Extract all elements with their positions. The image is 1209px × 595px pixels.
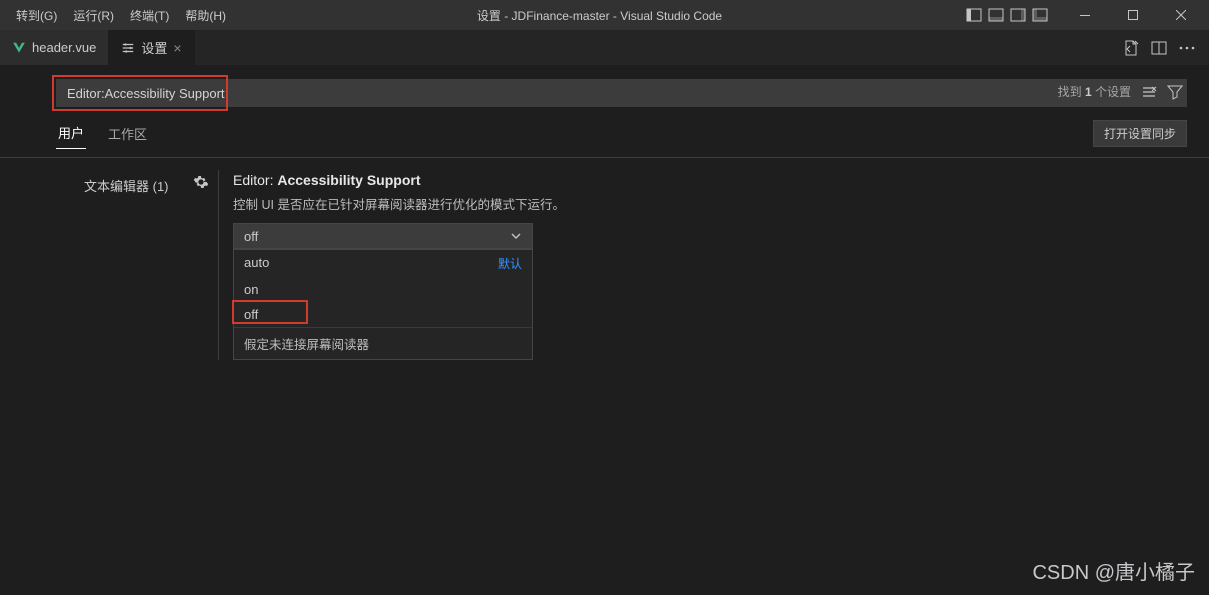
chevron-down-icon (510, 230, 522, 242)
search-meta: 找到 1 个设置 (1058, 83, 1183, 100)
menu-help[interactable]: 帮助(H) (177, 3, 234, 28)
editor-actions (1123, 30, 1209, 65)
scope-workspace[interactable]: 工作区 (106, 118, 149, 149)
settings-tab-icon (121, 41, 135, 55)
tab-label: header.vue (32, 40, 96, 55)
open-settings-sync-button[interactable]: 打开设置同步 (1093, 120, 1187, 147)
default-tag: 默认 (498, 255, 522, 272)
window-close[interactable] (1161, 0, 1201, 30)
layout-primary-icon[interactable] (965, 6, 983, 24)
tab-label: 设置 (141, 38, 167, 57)
window-minimize[interactable] (1065, 0, 1105, 30)
window-title: 设置 - JDFinance-master - Visual Studio Co… (234, 7, 965, 24)
settings-search-input[interactable]: Editor:Accessibility Support (56, 79, 1187, 107)
option-off[interactable]: off (234, 302, 532, 327)
option-description: 假定未连接屏幕阅读器 (234, 327, 532, 359)
result-count: 找到 1 个设置 (1058, 83, 1131, 100)
layout-customize-icon[interactable] (1031, 6, 1049, 24)
setting-description: 控制 UI 是否应在已针对屏幕阅读器进行优化的模式下运行。 (233, 194, 1209, 213)
search-value: Editor:Accessibility Support (67, 86, 225, 101)
window-maximize[interactable] (1113, 0, 1153, 30)
option-auto[interactable]: auto 默认 (234, 250, 532, 277)
open-json-icon[interactable] (1123, 40, 1139, 56)
select-value: off (244, 229, 258, 244)
vue-icon (12, 41, 26, 55)
scope-user[interactable]: 用户 (56, 117, 86, 149)
settings-editor: Editor:Accessibility Support 找到 1 个设置 用户… (0, 65, 1209, 360)
watermark: CSDN @唐小橘子 (1032, 556, 1195, 585)
menu-bar: 转到(G) 运行(R) 终端(T) 帮助(H) (0, 3, 234, 28)
select-dropdown: auto 默认 on off 假定未连接屏幕阅读器 (233, 249, 533, 360)
filter-icon[interactable] (1167, 84, 1183, 100)
gear-icon[interactable] (193, 174, 213, 190)
close-icon[interactable]: × (173, 41, 181, 55)
settings-detail: Editor: Accessibility Support 控制 UI 是否应在… (218, 170, 1209, 360)
setting-select[interactable]: off (233, 223, 533, 249)
scope-tabs: 用户 工作区 打开设置同步 (0, 107, 1209, 149)
tab-header-vue[interactable]: header.vue (0, 30, 109, 65)
setting-title: Editor: Accessibility Support (233, 172, 1209, 188)
more-actions-icon[interactable] (1179, 46, 1195, 50)
layout-panel-icon[interactable] (987, 6, 1005, 24)
menu-goto[interactable]: 转到(G) (8, 3, 65, 28)
title-bar: 转到(G) 运行(R) 终端(T) 帮助(H) 设置 - JDFinance-m… (0, 0, 1209, 30)
editor-tabs: header.vue 设置 × (0, 30, 1209, 65)
settings-toc: 文本编辑器 (1) (0, 170, 218, 360)
layout-secondary-icon[interactable] (1009, 6, 1027, 24)
clear-search-icon[interactable] (1141, 84, 1157, 100)
split-editor-icon[interactable] (1151, 40, 1167, 56)
tab-settings[interactable]: 设置 × (109, 30, 194, 65)
menu-run[interactable]: 运行(R) (65, 3, 122, 28)
option-on[interactable]: on (234, 277, 532, 302)
menu-terminal[interactable]: 终端(T) (122, 3, 177, 28)
title-actions (965, 0, 1209, 30)
